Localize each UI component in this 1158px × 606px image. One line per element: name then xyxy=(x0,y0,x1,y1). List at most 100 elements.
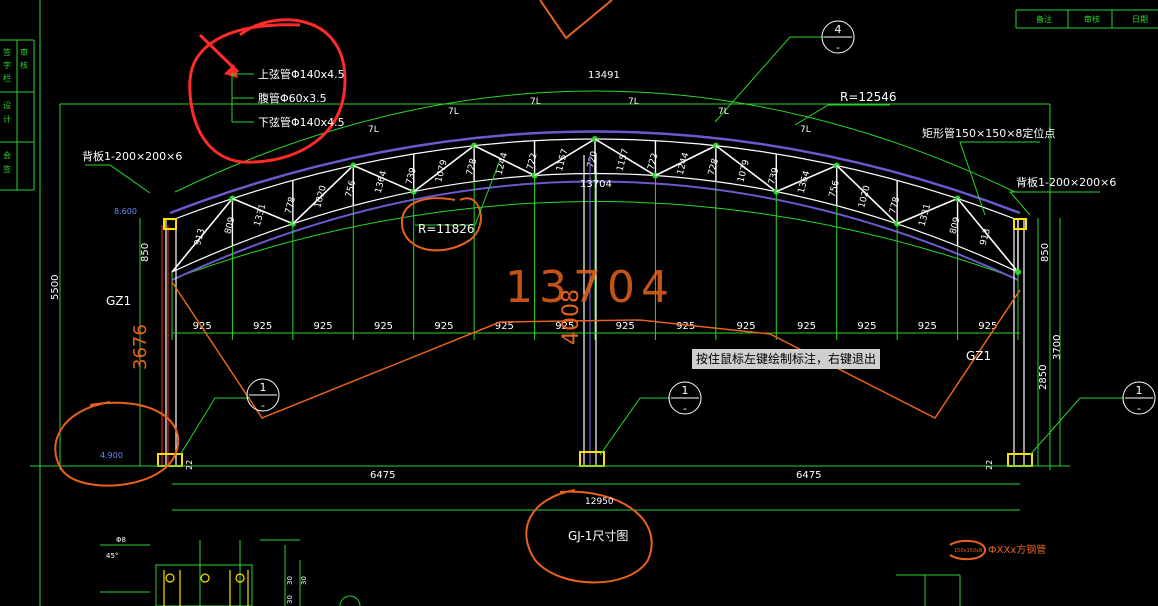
detail-marker-sub: - xyxy=(1137,402,1141,415)
detail-dim: 30 xyxy=(286,595,294,604)
dim-right-top: 850 xyxy=(1040,243,1051,262)
member-length-label: 809 xyxy=(949,216,963,235)
detail-marker-sub: - xyxy=(683,402,687,415)
gauge-label: 7L xyxy=(718,107,729,117)
lower-detail-bolts xyxy=(163,570,249,606)
member-length-label: 913 xyxy=(193,228,207,247)
member-length-label: 1331 xyxy=(253,203,269,228)
truss-node xyxy=(1015,269,1021,275)
member-length-label: 1244 xyxy=(676,151,692,176)
dim-left-total: 5500 xyxy=(50,275,61,300)
member-length-label: 778 xyxy=(888,196,902,215)
cad-drawing-canvas[interactable]: 备注 审核 日期 签 字 栏 审 核 设 计 会 签 913 809 1331 778… xyxy=(0,0,1158,606)
detail-dim: Φ8 xyxy=(116,536,126,544)
side-tab: 计 xyxy=(3,114,11,124)
leader-lines xyxy=(85,36,1124,456)
side-tab: 设 xyxy=(3,100,11,110)
detail-marker-sub: - xyxy=(261,399,265,412)
member-length-label: 756 xyxy=(344,179,358,198)
header-cell: 日期 xyxy=(1132,15,1148,24)
arc-mid-length: 13704 xyxy=(580,179,612,190)
bay-dimension-label: 925 xyxy=(676,321,695,332)
drawing-title: GJ-1尺寸图 xyxy=(568,529,628,543)
member-length-label: 1244 xyxy=(495,151,511,176)
dim-right-low: 2850 xyxy=(1038,365,1049,390)
member-length-label: 722 xyxy=(646,152,660,171)
member-length-label: 756 xyxy=(828,179,842,198)
member-length-label: 809 xyxy=(223,216,237,235)
member-length-label: 728 xyxy=(707,157,721,176)
column-right-label: GZ1 xyxy=(966,349,991,363)
dim-right-mid: 3700 xyxy=(1052,335,1063,360)
bay-dimension-label: 925 xyxy=(434,321,453,332)
member-length-label: 1157 xyxy=(555,148,571,173)
member-length-label: 1331 xyxy=(918,203,934,228)
detail-marker-number: 1 xyxy=(260,381,267,394)
dim-small-left: 22 xyxy=(185,460,194,470)
bay-dimension-label: 925 xyxy=(978,321,997,332)
dim-left-top: 850 xyxy=(140,243,151,262)
gauge-label: 7L xyxy=(628,97,639,107)
header-cell: 备注 xyxy=(1036,14,1052,24)
bay-dimension-label: 925 xyxy=(918,321,937,332)
side-tab: 核 xyxy=(20,60,28,70)
gauge-label: 7L xyxy=(368,125,379,135)
orange-markup-top xyxy=(539,0,613,40)
member-length-label: 1020 xyxy=(313,184,329,209)
member-length-label: 1364 xyxy=(797,170,813,195)
small-note: 150x150x8 xyxy=(954,548,982,554)
side-tab: 字 xyxy=(3,60,11,70)
member-length-label: 739 xyxy=(767,166,781,185)
member-length-label: 739 xyxy=(405,166,419,185)
radius-inner: R=11826 xyxy=(418,222,475,236)
tube-note: ФXXx方钢管 xyxy=(988,543,1046,556)
side-tab: 签 xyxy=(3,47,11,57)
legend-web: 腹管Φ60x3.5 xyxy=(258,91,327,105)
header-cell: 审核 xyxy=(1084,14,1100,24)
member-length-labels: 913 809 1331 778 1020 756 1364 739 1079 728 1244 72… xyxy=(193,148,993,247)
bay-dimension-label: 925 xyxy=(374,321,393,332)
big-center-vertical: 4008 xyxy=(559,289,584,345)
elevation-bottom: 4.900 xyxy=(100,451,123,460)
title-block-header: 备注 审核 日期 xyxy=(1036,14,1148,24)
member-length-label: 728 xyxy=(465,157,479,176)
legend-bottom-chord: 下弦管Φ140x4.5 xyxy=(258,115,345,129)
red-arrow xyxy=(198,33,240,78)
dim-small-right: 22 xyxy=(985,460,994,470)
big-arc-length: 13704 xyxy=(505,262,675,313)
truss-drawing[interactable]: 备注 审核 日期 签 字 栏 审 核 设 计 会 签 913 809 1331 778… xyxy=(0,0,1158,606)
column-red-lines xyxy=(161,225,169,466)
column-left-label: GZ1 xyxy=(106,294,131,308)
bay-dimension-label: 925 xyxy=(253,321,272,332)
radius-outer: R=12546 xyxy=(840,90,897,104)
detail-marker-number: 4 xyxy=(835,23,842,36)
member-length-label: 720 xyxy=(586,150,600,169)
bay-dimension-label: 925 xyxy=(314,321,333,332)
detail-dim: 45° xyxy=(106,552,118,560)
gauge-label: 7L xyxy=(448,107,459,117)
member-length-label: 1079 xyxy=(434,159,450,184)
member-length-label: 913 xyxy=(979,228,993,247)
bay-dimension-label: 925 xyxy=(797,321,816,332)
dim-span-left: 6475 xyxy=(370,470,395,481)
backplate-right: 背板1-200×200×6 xyxy=(1016,175,1116,189)
arc-top-length: 13491 xyxy=(588,70,620,81)
lower-detail-labels: 45° Φ8 30 30 30 xyxy=(106,536,308,604)
member-length-label: 722 xyxy=(526,152,540,171)
cad-command-tooltip: 按住鼠标左键绘制标注，右键退出 xyxy=(692,349,881,369)
dim-left-column: 3676 xyxy=(130,324,151,370)
side-tab: 栏 xyxy=(3,73,11,83)
gauge-label: 7L xyxy=(530,97,541,107)
side-tab: 签 xyxy=(3,164,11,174)
detail-marker-number: 1 xyxy=(1136,384,1143,397)
detail-marker-number: 1 xyxy=(682,384,689,397)
elevation-top: 8.600 xyxy=(114,207,137,216)
dim-span-right: 6475 xyxy=(796,470,821,481)
detail-marker-sub: - xyxy=(836,41,840,54)
member-length-label: 778 xyxy=(284,196,298,215)
side-tab: 会 xyxy=(3,150,11,160)
member-length-label: 1364 xyxy=(374,170,390,195)
rect-tube-note: 矩形管150×150×8定位点 xyxy=(922,126,1055,140)
bay-dimension-label: 925 xyxy=(616,321,635,332)
backplate-left: 背板1-200×200×6 xyxy=(82,149,182,163)
